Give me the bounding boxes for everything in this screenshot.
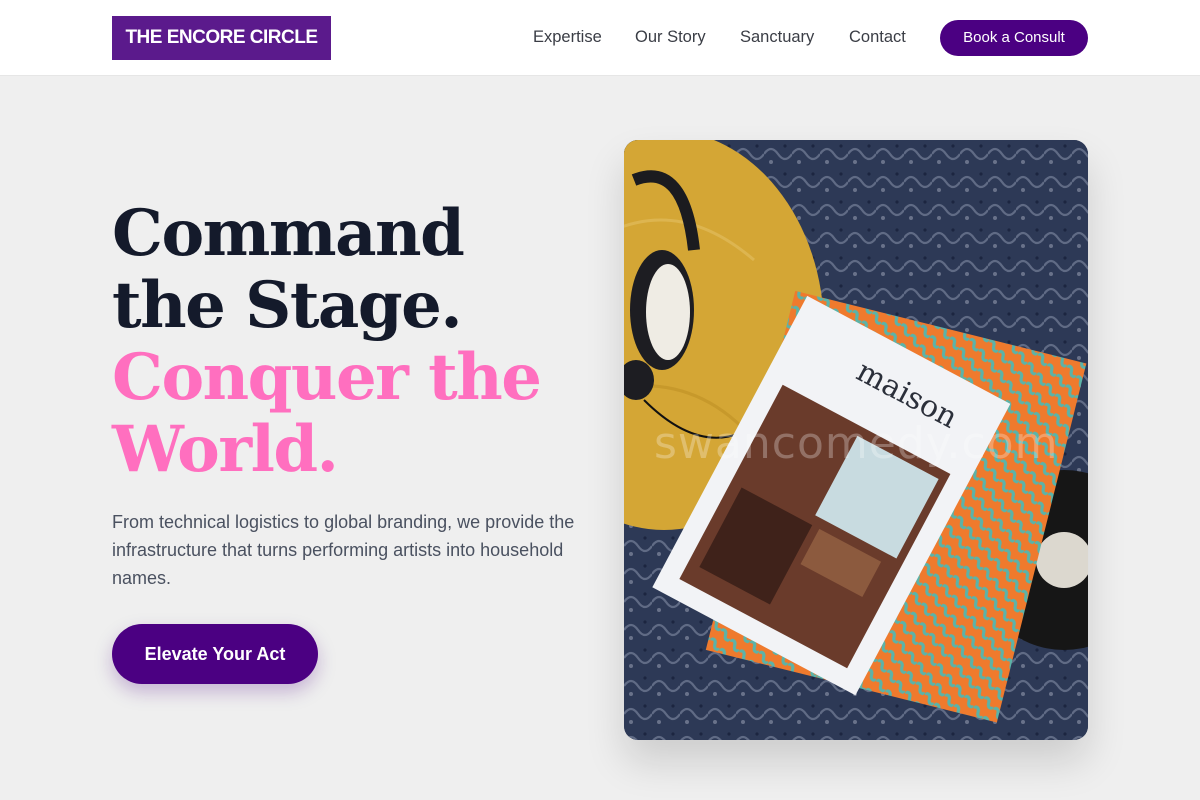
nav-link-sanctuary[interactable]: Sanctuary <box>740 27 814 47</box>
nav-link-expertise[interactable]: Expertise <box>533 27 602 47</box>
hero-subtitle: From technical logistics to global brand… <box>112 512 575 588</box>
book-consult-button[interactable]: Book a Consult <box>940 20 1088 56</box>
elevate-your-act-button[interactable]: Elevate Your Act <box>112 624 318 684</box>
nav-link-our-story[interactable]: Our Story <box>635 27 706 47</box>
hero-title-line-3: Conquer the <box>112 340 542 415</box>
hero-title-line-4: World. <box>112 412 339 487</box>
brand-logo[interactable]: THE ENCORE CIRCLE <box>112 16 331 60</box>
site-header: THE ENCORE CIRCLE Expertise Our Story Sa… <box>0 0 1200 76</box>
hero-title-line-2: the Stage. <box>112 268 463 343</box>
image-watermark: swancomedy.com <box>654 418 1059 469</box>
hero-title: Command the Stage. Conquer the World. <box>112 198 592 486</box>
nav-link-contact[interactable]: Contact <box>849 27 906 47</box>
hero-title-line-1: Command <box>112 196 465 271</box>
hero-image: maison swancomedy.com <box>624 140 1088 740</box>
